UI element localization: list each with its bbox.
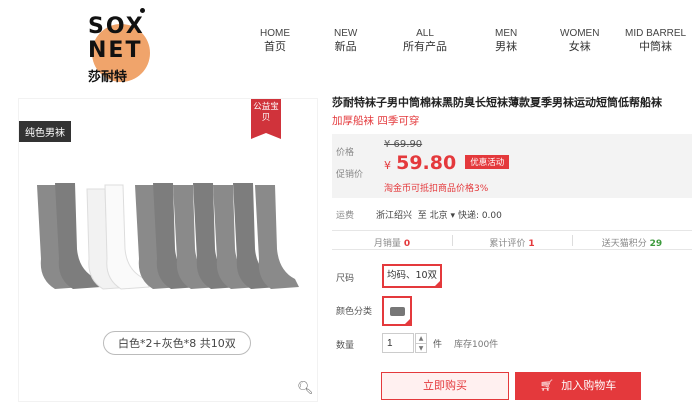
nav-item-new[interactable]: NEW 新品 [334,27,357,53]
add-to-cart-button[interactable]: 🛒︎ 加入购物车 [515,372,641,400]
coin-discount-note: 淘金币可抵扣商品价格3% [384,184,489,194]
price-box: 价格 ¥ 69.90 促销价 ¥ 59.80 优惠活动 淘金币可抵扣商品价格3% [332,134,692,198]
logo-dot [140,8,145,13]
original-price-label: 价格 [336,148,355,158]
total-reviews[interactable]: 累计评价 1 [452,236,572,249]
product-image[interactable] [33,179,303,294]
product-gallery: 纯色男袜 公益宝贝 白色*2+灰色*8 共10双 🔍︎ [18,98,318,402]
reviews-label: 累计评价 [489,239,526,249]
magnifier-icon[interactable]: 🔍︎ [297,381,314,396]
nav-label-en: MID BARREL [625,28,687,39]
quantity-label: 数量 [336,341,355,351]
points-value: 29 [649,239,663,249]
logo-text-top: SOX [88,14,145,39]
promo-price-row: 促销价 ¥ 59.80 优惠活动 [336,152,510,181]
nav-label-en: WOMEN [560,28,600,39]
shipping-detail: 浙江绍兴 至 北京 ▾ 快递: 0.00 [376,208,502,221]
color-label: 颜色分类 [336,307,373,317]
quantity-input[interactable] [382,333,414,353]
increment-icon[interactable]: ▲ [416,334,426,343]
nav-item-women[interactable]: WOMEN 女袜 [560,27,599,53]
logo-text-cn: 莎耐特 [88,70,128,85]
main-nav: HOME 首页 NEW 新品 ALL 所有产品 MEN 男袜 WOMEN 女袜 … [240,27,700,57]
size-label: 尺码 [336,274,355,284]
tmall-points: 送天猫积分 29 [572,236,692,249]
reviews-value: 1 [528,239,535,249]
product-title: 莎耐特袜子男中筒棉袜黑防臭长短袜薄款夏季男袜运动短筒低帮船袜 [332,96,662,109]
nav-label-en: HOME [260,28,290,39]
nav-item-men[interactable]: MEN 男袜 [495,27,517,53]
original-price-row: 价格 ¥ 69.90 [336,139,422,159]
cart-icon: 🛒︎ [539,379,554,392]
shipping-destination[interactable]: 北京 [430,211,448,221]
shipping-from: 浙江绍兴 [376,211,413,221]
nav-label-cn: 男袜 [495,40,518,53]
product-subtitle: 加厚船袜 四季可穿 [332,115,420,127]
nav-label-en: NEW [334,28,358,39]
color-option-gray[interactable] [382,296,412,326]
original-price: ¥ 69.90 [384,139,423,150]
chevron-down-icon[interactable]: ▾ [451,211,456,221]
quantity-unit: 件 [433,340,443,350]
nav-label-cn: 中筒袜 [639,40,673,53]
nav-item-home[interactable]: HOME 首页 [260,27,290,53]
color-swatch [390,307,405,316]
shipping-label: 运费 [336,211,355,221]
monthly-sales: 月销量 0 [332,236,452,249]
bundle-caption: 白色*2+灰色*8 共10双 [103,331,251,355]
monthly-sales-value: 0 [403,239,411,249]
nav-label-cn: 新品 [334,40,357,53]
nav-label-en: MEN [495,28,518,39]
size-option[interactable]: 均码、10双 [382,264,442,288]
shipping-row: 运费 浙江绍兴 至 北京 ▾ 快递: 0.00 [336,208,692,221]
nav-label-en: ALL [416,28,434,39]
promo-price-value: 59.80 [396,152,457,174]
nav-item-mid-barrel[interactable]: MID BARREL 中筒袜 [625,27,686,53]
monthly-sales-label: 月销量 [373,239,401,249]
logo-text-bottom: NET [88,38,143,63]
currency-symbol: ¥ [384,159,391,172]
stock-count: 库存100件 [454,340,499,350]
nav-item-all[interactable]: ALL 所有产品 [403,27,447,53]
decrement-icon[interactable]: ▼ [416,343,426,352]
points-label: 送天猫积分 [601,239,647,249]
socks-illustration [37,183,299,290]
charity-badge: 公益宝贝 [251,99,281,139]
nav-label-cn: 所有产品 [403,40,447,53]
stats-bar: 月销量 0 累计评价 1 送天猫积分 29 [332,230,692,250]
shipping-fee: 快递: 0.00 [457,211,502,221]
brand-logo[interactable]: SOX NET 莎耐特 [82,6,152,88]
buy-now-button[interactable]: 立即购买 [381,372,509,400]
quantity-stepper: ▲ ▼ [415,333,427,353]
add-to-cart-label: 加入购物车 [561,379,617,392]
shipping-to-prefix: 至 [417,211,427,221]
promo-activity-tag[interactable]: 优惠活动 [465,155,510,169]
category-tag: 纯色男袜 [19,121,71,142]
nav-label-cn: 女袜 [568,40,591,53]
promo-price: ¥ 59.80 优惠活动 [384,152,510,174]
promo-price-label: 促销价 [336,170,364,180]
nav-label-cn: 首页 [264,40,286,53]
product-info: 莎耐特袜子男中筒棉袜黑防臭长短袜薄款夏季男袜运动短筒低帮船袜 加厚船袜 四季可穿… [332,96,692,400]
